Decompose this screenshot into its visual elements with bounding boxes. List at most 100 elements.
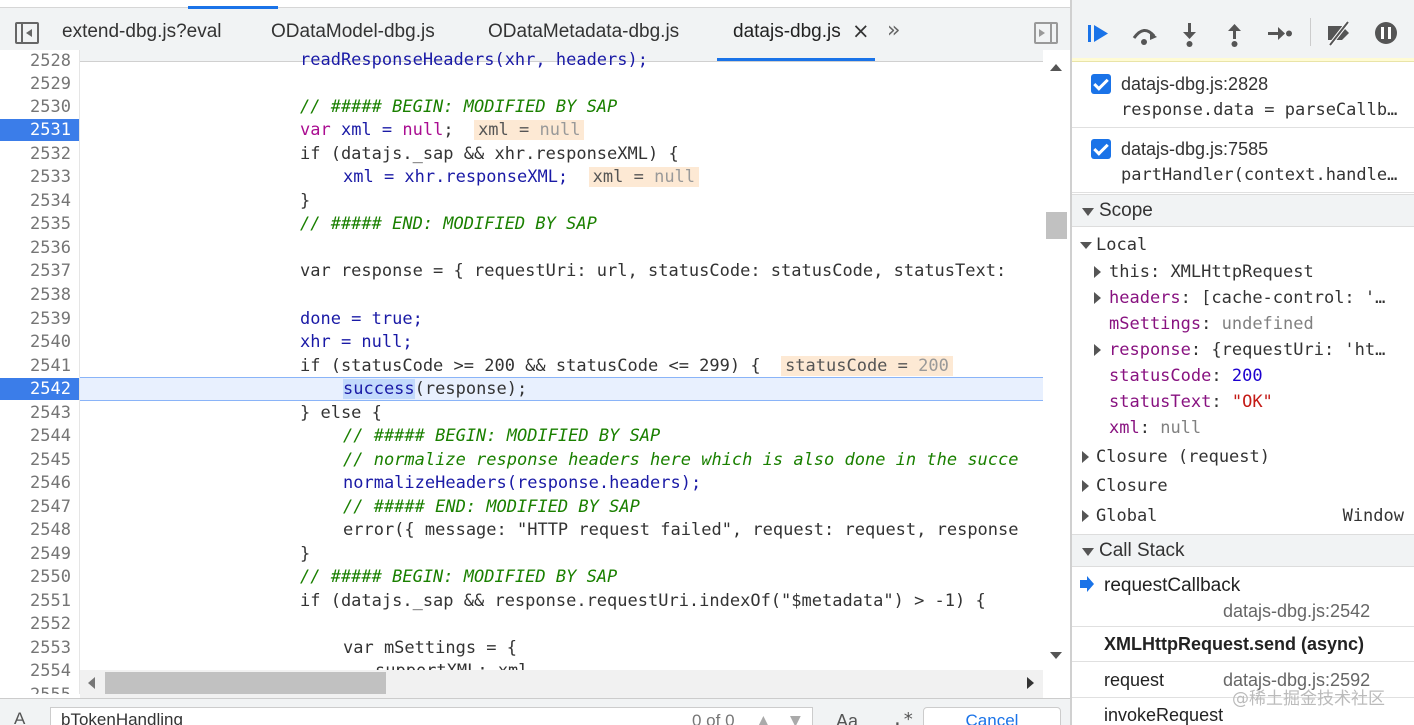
variable-separator: : <box>1201 314 1222 334</box>
line-number[interactable]: 2553 <box>0 637 79 660</box>
line-number[interactable]: 2534 <box>0 190 79 213</box>
expand-icon <box>1082 510 1089 522</box>
current-frame-arrow-icon <box>1080 576 1094 592</box>
toggle-navigator-icon[interactable] <box>15 22 39 44</box>
variable-value: XMLHttpRequest <box>1170 262 1314 282</box>
code-line-2548: error({ message: "HTTP request failed", … <box>343 520 1019 540</box>
code-line-2543: } else { <box>300 403 382 423</box>
line-number[interactable]: 2555 <box>0 684 79 694</box>
line-number[interactable]: 2538 <box>0 284 79 307</box>
debugger-sidebar: datajs-dbg.js:2828 response.data = parse… <box>1072 0 1414 725</box>
editor-horizontal-scrollbar[interactable] <box>80 670 1043 698</box>
variable-separator: : <box>1211 392 1232 412</box>
code-line-2539: done = true; <box>300 309 423 329</box>
match-case-button[interactable]: Aa <box>836 711 858 725</box>
line-number[interactable]: 2535 <box>0 213 79 236</box>
line-number[interactable]: 2546 <box>0 472 79 495</box>
inline-value-value: null <box>654 167 696 187</box>
scroll-thumb[interactable] <box>1046 212 1067 239</box>
tab-odatamodel-dbg[interactable]: ODataModel-dbg.js <box>271 21 435 43</box>
line-number[interactable]: 2540 <box>0 331 79 354</box>
active-panel-indicator <box>188 6 278 9</box>
variable-name: response <box>1109 340 1191 360</box>
line-number[interactable]: 2533 <box>0 166 79 189</box>
breakpoint-item[interactable]: datajs-dbg.js:7585 partHandler(context.h… <box>1072 129 1414 193</box>
code-line-2542: success(response); <box>343 378 527 401</box>
code-line-2533: xml = xhr.responseXML; xml = null <box>343 166 700 189</box>
scroll-up-icon[interactable] <box>1050 64 1062 71</box>
line-number[interactable]: 2530 <box>0 96 79 119</box>
variable-name: xml <box>1109 418 1140 438</box>
line-number[interactable]: 2537 <box>0 260 79 283</box>
code-text: success <box>343 379 415 399</box>
code-text: xml = <box>330 120 403 140</box>
editor-vertical-scrollbar[interactable] <box>1043 50 1070 668</box>
variable-separator: : <box>1149 262 1171 282</box>
tab-datajs-dbg[interactable]: datajs-dbg.js <box>733 21 841 43</box>
search-match-count: 0 of 0 <box>692 711 735 725</box>
scope-variable-row[interactable]: xml: null <box>1109 415 1201 441</box>
line-number[interactable]: 2536 <box>0 237 79 260</box>
step-out-icon[interactable] <box>1221 20 1249 48</box>
variable-value: null <box>1160 418 1202 438</box>
step-icon[interactable] <box>1266 20 1294 48</box>
expand-icon <box>1080 242 1092 249</box>
breakpoint-item[interactable]: datajs-dbg.js:2828 response.data = parse… <box>1072 64 1414 128</box>
toggle-debugger-sidebar-icon[interactable] <box>1034 22 1058 44</box>
line-number[interactable]: 2532 <box>0 143 79 166</box>
next-match-icon[interactable]: ▼ <box>790 713 808 725</box>
more-tabs-icon[interactable]: » <box>887 18 900 43</box>
breakpoint-checkbox[interactable] <box>1091 139 1111 159</box>
line-number[interactable]: 2552 <box>0 613 79 636</box>
tab-extend-dbg[interactable]: extend-dbg.js?eval <box>62 21 222 43</box>
scope-variable-row[interactable]: statusCode: 200 <box>1109 363 1263 389</box>
resume-icon[interactable] <box>1084 20 1112 48</box>
scroll-down-icon[interactable] <box>1050 652 1062 659</box>
scroll-left-icon[interactable] <box>88 677 95 689</box>
scroll-thumb[interactable] <box>105 672 386 694</box>
line-number[interactable]: 2542 <box>0 378 79 401</box>
line-number[interactable]: 2544 <box>0 425 79 448</box>
line-number[interactable]: 2550 <box>0 566 79 589</box>
cancel-search-button[interactable]: Cancel <box>923 707 1061 725</box>
pause-on-exceptions-icon[interactable] <box>1372 20 1400 48</box>
line-number[interactable]: 2547 <box>0 496 79 519</box>
line-number[interactable]: 2551 <box>0 590 79 613</box>
line-number[interactable]: 2539 <box>0 308 79 331</box>
deactivate-breakpoints-icon[interactable] <box>1324 20 1352 48</box>
line-number[interactable]: 2529 <box>0 73 79 96</box>
inline-value: xml = null <box>588 167 700 187</box>
code-line-2546: normalizeHeaders(response.headers); <box>343 473 702 493</box>
call-stack-section-header[interactable]: Call Stack <box>1072 534 1414 567</box>
scroll-right-icon[interactable] <box>1027 677 1034 689</box>
scope-global-row[interactable]: Global Window <box>1082 503 1404 529</box>
line-number[interactable]: 2545 <box>0 449 79 472</box>
line-number[interactable]: 2549 <box>0 543 79 566</box>
previous-match-icon[interactable]: ▲ <box>758 713 776 725</box>
scope-label: Global <box>1096 506 1158 526</box>
scope-section-header[interactable]: Scope <box>1072 194 1414 227</box>
inline-value-label: statusCode = <box>785 356 919 376</box>
line-number[interactable]: 2541 <box>0 355 79 378</box>
line-number-gutter[interactable]: 2528 2529 2530 2531 2532 2533 2534 2535 … <box>0 50 80 694</box>
breakpoint-checkbox[interactable] <box>1091 74 1111 94</box>
code-line-2540: xhr = null; <box>300 332 413 352</box>
regex-button[interactable]: .* <box>892 709 914 725</box>
code-editor[interactable]: readResponseHeaders(xhr, headers); // ##… <box>80 50 1043 694</box>
line-number[interactable]: 2531 <box>0 119 79 142</box>
line-number[interactable]: 2543 <box>0 402 79 425</box>
close-tab-icon[interactable]: × <box>852 19 870 43</box>
breakpoint-source: response.data = parseCallback(… <box>1121 100 1401 120</box>
scope-variable-row[interactable]: mSettings: undefined <box>1109 311 1314 337</box>
inline-value: statusCode = 200 <box>781 356 953 376</box>
code-line-2549: } <box>300 544 311 564</box>
call-frame-name[interactable]: invokeRequest <box>1104 705 1223 725</box>
line-number[interactable]: 2554 <box>0 660 79 683</box>
replace-toggle-icon[interactable]: A <box>14 709 25 725</box>
line-number[interactable]: 2528 <box>0 50 79 73</box>
step-over-icon[interactable] <box>1130 20 1158 48</box>
line-number[interactable]: 2548 <box>0 519 79 542</box>
step-into-icon[interactable] <box>1176 20 1204 48</box>
scope-variable-row[interactable]: statusText: "OK" <box>1109 389 1273 415</box>
tab-odatametadata-dbg[interactable]: ODataMetadata-dbg.js <box>488 21 679 43</box>
